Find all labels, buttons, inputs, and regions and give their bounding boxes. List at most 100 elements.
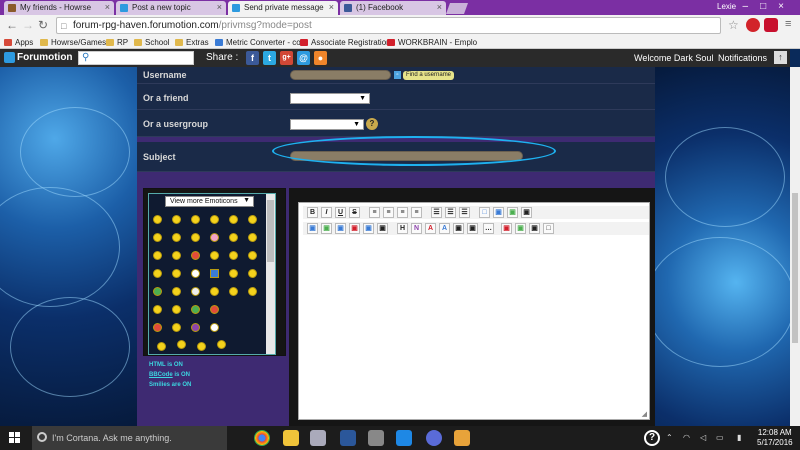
page-info-icon[interactable]: □ [61, 21, 66, 31]
find-username-icon[interactable]: ▫ [394, 71, 401, 79]
size-button[interactable]: A [439, 223, 450, 234]
back-icon[interactable]: ← [6, 18, 18, 32]
app-icon[interactable] [368, 430, 384, 446]
emoticon[interactable] [157, 342, 166, 351]
date-button[interactable]: ▣ [501, 223, 512, 234]
emoticon[interactable] [191, 251, 200, 260]
eye-app-icon[interactable] [426, 430, 442, 446]
help-icon[interactable]: ? [644, 430, 660, 446]
hr-button[interactable]: ☰ [459, 207, 470, 218]
app-icon[interactable] [396, 430, 412, 446]
emoticon[interactable] [153, 233, 162, 242]
chrome-taskbar-icon[interactable] [254, 430, 270, 446]
spoiler-button[interactable]: ▣ [307, 223, 318, 234]
cortana-search-box[interactable]: I'm Cortana. Ask me anything. [32, 426, 227, 450]
file-explorer-icon[interactable] [283, 430, 299, 446]
emoticon[interactable] [248, 287, 257, 296]
code-button[interactable]: ▣ [335, 223, 346, 234]
close-icon[interactable]: × [437, 2, 442, 12]
copy-button[interactable]: ▣ [529, 223, 540, 234]
emoticon[interactable] [153, 287, 162, 296]
friend-select[interactable]: ▼ [290, 93, 370, 104]
search-icon[interactable]: ⚲ [82, 52, 89, 63]
window-controls[interactable]: –□× [743, 1, 796, 12]
emoticon[interactable] [172, 215, 181, 224]
image-button[interactable]: ▣ [493, 207, 504, 218]
sub-button[interactable]: ▣ [467, 223, 478, 234]
more-button[interactable]: … [483, 223, 494, 234]
preview-button[interactable]: ▣ [515, 223, 526, 234]
message-editor[interactable]: B I U S ≡ ≡ ≡ ≡ ☰ ☰ ☰ □ ▣ ▣ ▣ ▣ ▣ ▣ ▣ ▣ … [298, 202, 650, 420]
tab-send-private-message[interactable]: Send private message × [228, 1, 338, 15]
close-icon[interactable]: × [329, 2, 334, 12]
forward-icon[interactable]: → [22, 18, 34, 32]
battery-icon[interactable]: ▮ [737, 433, 741, 442]
justify-button[interactable]: ≡ [411, 207, 422, 218]
emoticon[interactable] [153, 323, 162, 332]
opera-icon[interactable] [746, 18, 760, 32]
bookmark-star-icon[interactable]: ☆ [728, 18, 739, 32]
bold-button[interactable]: B [307, 207, 318, 218]
media-app-icon[interactable] [454, 430, 470, 446]
system-clock[interactable]: 12:08 AM 5/17/2016 [757, 428, 793, 448]
emoticon[interactable] [191, 323, 200, 332]
find-username-button[interactable]: Find a username [403, 71, 455, 80]
color-button[interactable]: A [425, 223, 436, 234]
bullet-list-button[interactable]: ☰ [431, 207, 442, 218]
network-icon[interactable]: ◠ [683, 433, 690, 442]
forum-search-input[interactable]: ⚲ [78, 51, 194, 65]
twitter-icon[interactable]: t [263, 51, 276, 65]
heading-button[interactable]: H [397, 223, 408, 234]
menu-icon[interactable]: ≡ [785, 18, 791, 30]
emoticon[interactable] [191, 269, 200, 278]
emoticon[interactable] [191, 287, 200, 296]
welcome-text[interactable]: Welcome Dark Soul [634, 53, 713, 63]
emoticon[interactable] [172, 287, 181, 296]
emoticon[interactable] [248, 233, 257, 242]
googleplus-icon[interactable]: g+ [280, 51, 293, 65]
forumotion-logo[interactable]: Forumotion [4, 52, 73, 63]
emoticon[interactable] [210, 215, 219, 224]
link-button[interactable]: □ [479, 207, 490, 218]
page-scrollbar[interactable] [790, 67, 800, 426]
emoticon[interactable] [248, 269, 257, 278]
quote-button[interactable]: ▣ [521, 207, 532, 218]
underline-button[interactable]: U [335, 207, 346, 218]
emoticon[interactable] [248, 215, 257, 224]
emoticon[interactable] [229, 269, 238, 278]
bookmark-metric-converter[interactable]: Metric Converter - co [215, 38, 301, 47]
keyboard-icon[interactable]: ▭ [716, 433, 724, 442]
resize-handle-icon[interactable]: ◢ [642, 410, 647, 418]
table-button[interactable]: ▣ [321, 223, 332, 234]
bookmark-apps[interactable]: Apps [4, 38, 33, 47]
scrollbar-thumb[interactable] [267, 200, 274, 262]
close-icon[interactable]: × [105, 2, 110, 12]
emoticon[interactable] [191, 215, 200, 224]
tab-howrse[interactable]: My friends - Howrse × [4, 1, 114, 15]
new-tab-button[interactable] [445, 3, 469, 14]
emoticon[interactable] [153, 251, 162, 260]
emoticons-scrollbar[interactable] [266, 194, 275, 354]
bookmark-extras[interactable]: Extras [175, 38, 209, 47]
profile-name[interactable]: Lexie [717, 2, 736, 11]
volume-icon[interactable]: ◁ [700, 433, 706, 442]
emoticon[interactable] [197, 342, 206, 351]
italic-button[interactable]: I [321, 207, 332, 218]
bookmark-school[interactable]: School [134, 38, 169, 47]
emoticon[interactable] [153, 269, 162, 278]
emoticon[interactable] [172, 251, 181, 260]
numbered-list-button[interactable]: ☰ [445, 207, 456, 218]
emoticon[interactable] [248, 251, 257, 260]
username-input[interactable] [290, 70, 391, 80]
emoticon[interactable] [210, 269, 219, 278]
usergroup-select[interactable]: ▼ [290, 119, 364, 130]
hide-button[interactable]: ▣ [377, 223, 388, 234]
hidden-icons-chevron[interactable]: ⌃ [666, 433, 673, 442]
emoticon[interactable] [177, 340, 186, 349]
emoticon[interactable] [210, 305, 219, 314]
bookmark-associate-registration[interactable]: Associate Registration [300, 38, 391, 47]
emoticon[interactable] [191, 233, 200, 242]
reload-icon[interactable]: ↻ [38, 18, 48, 32]
emoticon[interactable] [210, 287, 219, 296]
emoticon[interactable] [217, 340, 226, 349]
